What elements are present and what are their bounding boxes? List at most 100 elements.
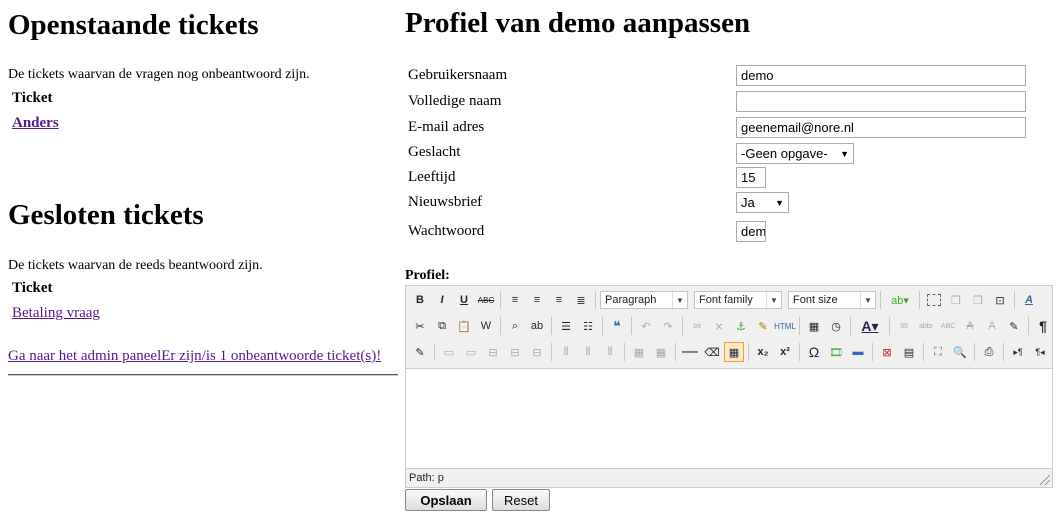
insert-date-icon[interactable]: ▦ — [804, 316, 824, 336]
cite-icon[interactable]: 99 — [894, 316, 914, 336]
styles-icon[interactable]: A — [1019, 290, 1039, 310]
table-icon[interactable]: ▦ — [724, 342, 744, 362]
gender-select[interactable]: -Geen opgave- ▼ — [736, 143, 854, 164]
format-dropdown[interactable]: Paragraph ▼ — [600, 291, 688, 309]
toolbar-separator — [434, 343, 435, 361]
nonbreaking-icon[interactable]: ▬ — [848, 342, 868, 362]
chevron-down-icon: ▼ — [775, 197, 784, 208]
insert-time-icon[interactable]: ◷ — [826, 316, 846, 336]
insert-col-after-icon[interactable]: ⫴ — [578, 342, 598, 362]
align-center-icon[interactable]: ≡ — [527, 290, 547, 310]
italic-icon[interactable]: I — [432, 290, 452, 310]
redo-icon[interactable]: ↷ — [658, 316, 678, 336]
link-icon[interactable]: ∞ — [687, 316, 707, 336]
reset-button[interactable]: Reset — [492, 489, 550, 511]
open-ticket-link-anders[interactable]: Anders — [12, 115, 59, 132]
font-family-dropdown-value: Font family — [699, 294, 753, 306]
media-icon[interactable]: 🎞 — [826, 342, 846, 362]
underline-icon[interactable]: U — [454, 290, 474, 310]
align-left-icon[interactable]: ≡ — [505, 290, 525, 310]
toolbar-row-3: ✎ ▭ ▭ ⊟ ⊟ ⊟ ⫴ ⫴ ⫴ ▦ ▦ — ⌫ ▦ x₂ x² Ω 🎞 ▬ — [410, 341, 1050, 363]
numbered-list-icon[interactable]: ☷ — [578, 316, 598, 336]
visual-aid-icon[interactable]: ✎ — [410, 342, 430, 362]
toolbar-row-1: B I U ABC ≡ ≡ ≡ ≣ Paragraph ▼ Font famil… — [410, 289, 1039, 311]
font-family-dropdown[interactable]: Font family ▼ — [694, 291, 782, 309]
merge-cells-icon[interactable]: ▦ — [651, 342, 671, 362]
format-dropdown-value: Paragraph — [605, 294, 657, 306]
delete-row-icon[interactable]: ⊟ — [527, 342, 547, 362]
insertion-icon[interactable]: A — [982, 316, 1002, 336]
ltr-icon[interactable]: ▸¶ — [1008, 342, 1028, 362]
fullname-input[interactable] — [736, 91, 1026, 112]
abbreviation-icon[interactable]: abbr — [916, 316, 936, 336]
delete-col-icon[interactable]: ⫴ — [600, 342, 620, 362]
cut-icon[interactable]: ✂ — [410, 316, 430, 336]
replace-icon[interactable]: ab — [527, 316, 547, 336]
page-break-icon[interactable]: ⊠ — [877, 342, 897, 362]
password-input[interactable]: dem — [736, 221, 766, 242]
insert-col-before-icon[interactable]: ⫴ — [556, 342, 576, 362]
paste-word-icon[interactable]: W — [476, 316, 496, 336]
special-char-icon[interactable]: Ω — [804, 342, 824, 362]
username-label: Gebruikersnaam — [408, 67, 508, 83]
toolbar-separator — [799, 343, 800, 361]
preview-icon[interactable]: 🔍 — [950, 342, 970, 362]
closed-ticket-link-betaling-vraag[interactable]: Betaling vraag — [12, 305, 100, 322]
anchor-icon[interactable]: ⚓ — [731, 316, 751, 336]
copy-icon[interactable]: ⧉ — [432, 316, 452, 336]
closed-tickets-title: Gesloten tickets — [8, 199, 204, 231]
visual-chars-icon[interactable]: ¶ — [1033, 316, 1053, 336]
font-size-dropdown-value: Font size — [793, 294, 838, 306]
open-tickets-column-header: Ticket — [12, 90, 53, 106]
fullscreen-icon[interactable]: ⛶ — [928, 342, 948, 362]
move-forward-icon[interactable]: ❐ — [946, 290, 966, 310]
table-row-props-icon[interactable]: ▭ — [439, 342, 459, 362]
cleanup-icon[interactable]: ✎ — [753, 316, 773, 336]
acronym-icon[interactable]: ABC — [938, 316, 958, 336]
bullet-list-icon[interactable]: ☰ — [556, 316, 576, 336]
gender-select-value: -Geen opgave- — [741, 146, 828, 161]
undo-icon[interactable]: ↶ — [636, 316, 656, 336]
deletion-icon[interactable]: A — [960, 316, 980, 336]
toolbar-separator — [602, 317, 603, 335]
toolbar-separator — [624, 343, 625, 361]
template-icon[interactable]: ▤ — [899, 342, 919, 362]
rtl-icon[interactable]: ¶◂ — [1030, 342, 1050, 362]
horizontal-rule-icon[interactable]: — — [680, 342, 700, 362]
split-cells-icon[interactable]: ▦ — [629, 342, 649, 362]
table-cell-props-icon[interactable]: ▭ — [461, 342, 481, 362]
toolbar-separator — [1028, 317, 1029, 335]
remove-format-icon[interactable]: ⌫ — [702, 342, 722, 362]
paste-icon[interactable]: 📋 — [454, 316, 474, 336]
username-input[interactable]: demo — [736, 65, 1026, 86]
spellcheck-icon[interactable]: ab▾ — [885, 290, 915, 310]
insert-layer-icon[interactable] — [924, 290, 944, 310]
superscript-icon[interactable]: x² — [775, 342, 795, 362]
admin-panel-link[interactable]: Ga naar het admin paneelEr zijn/is 1 onb… — [8, 348, 381, 365]
strikethrough-icon[interactable]: ABC — [476, 290, 496, 310]
attributes-icon[interactable]: ✎ — [1004, 316, 1024, 336]
email-input[interactable]: geenemail@nore.nl — [736, 117, 1026, 138]
save-button[interactable]: Opslaan — [405, 489, 487, 511]
move-backward-icon[interactable]: ❐ — [968, 290, 988, 310]
subscript-icon[interactable]: x₂ — [753, 342, 773, 362]
blockquote-icon[interactable]: ❝ — [607, 316, 627, 336]
bold-icon[interactable]: B — [410, 290, 430, 310]
toolbar-separator — [551, 317, 552, 335]
insert-row-before-icon[interactable]: ⊟ — [483, 342, 503, 362]
toolbar-separator — [923, 343, 924, 361]
align-justify-icon[interactable]: ≣ — [571, 290, 591, 310]
font-size-dropdown[interactable]: Font size ▼ — [788, 291, 876, 309]
newsletter-select[interactable]: Ja ▼ — [736, 192, 789, 213]
resize-handle-icon[interactable] — [1040, 475, 1050, 485]
print-icon[interactable]: ⎙ — [979, 342, 999, 362]
align-right-icon[interactable]: ≡ — [549, 290, 569, 310]
absolute-position-icon[interactable]: ⊡ — [990, 290, 1010, 310]
editor-content-area[interactable] — [406, 368, 1052, 469]
age-input[interactable]: 15 — [736, 167, 766, 188]
insert-row-after-icon[interactable]: ⊟ — [505, 342, 525, 362]
html-icon[interactable]: HTML — [774, 316, 796, 336]
unlink-icon[interactable]: ⨯ — [709, 316, 729, 336]
find-icon[interactable]: ⌕ — [505, 316, 525, 336]
text-color-icon[interactable]: A▾ — [855, 316, 885, 336]
